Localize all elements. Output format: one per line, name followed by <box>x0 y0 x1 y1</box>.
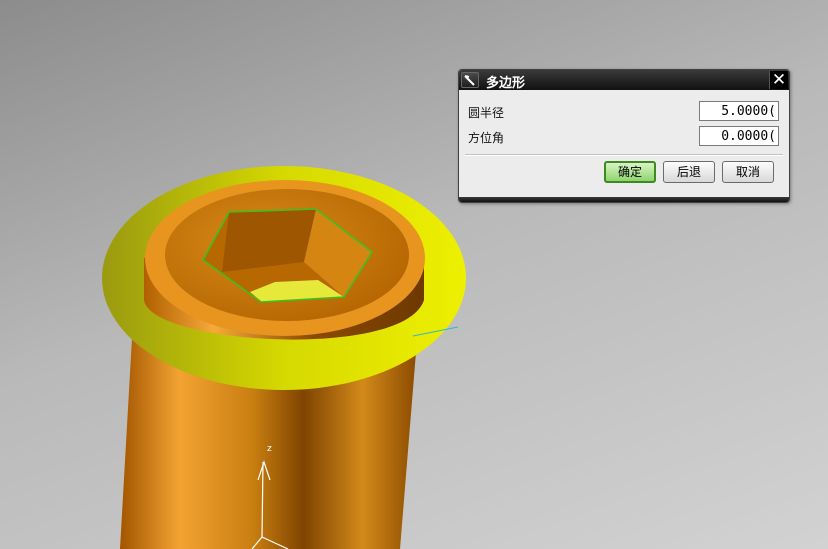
z-axis-label: z <box>267 444 272 454</box>
dialog-bottom-bar <box>459 197 789 202</box>
radius-label: 圆半径 <box>468 106 505 120</box>
close-icon[interactable]: ✕ <box>769 71 788 89</box>
back-button[interactable]: 后退 <box>663 161 715 183</box>
orientation-label: 方位角 <box>468 131 505 145</box>
divider <box>465 154 783 156</box>
cancel-button[interactable]: 取消 <box>722 161 774 183</box>
radius-input[interactable] <box>699 101 779 121</box>
dialog-titlebar[interactable]: 多边形 ✕ <box>459 70 789 91</box>
pin-icon[interactable] <box>461 72 479 88</box>
orientation-input[interactable] <box>699 126 779 146</box>
ok-button[interactable]: 确定 <box>604 161 656 183</box>
dialog-title: 多边形 <box>486 76 526 91</box>
polygon-dialog: 多边形 ✕ 圆半径 方位角 确定 后退 取消 <box>458 69 790 203</box>
